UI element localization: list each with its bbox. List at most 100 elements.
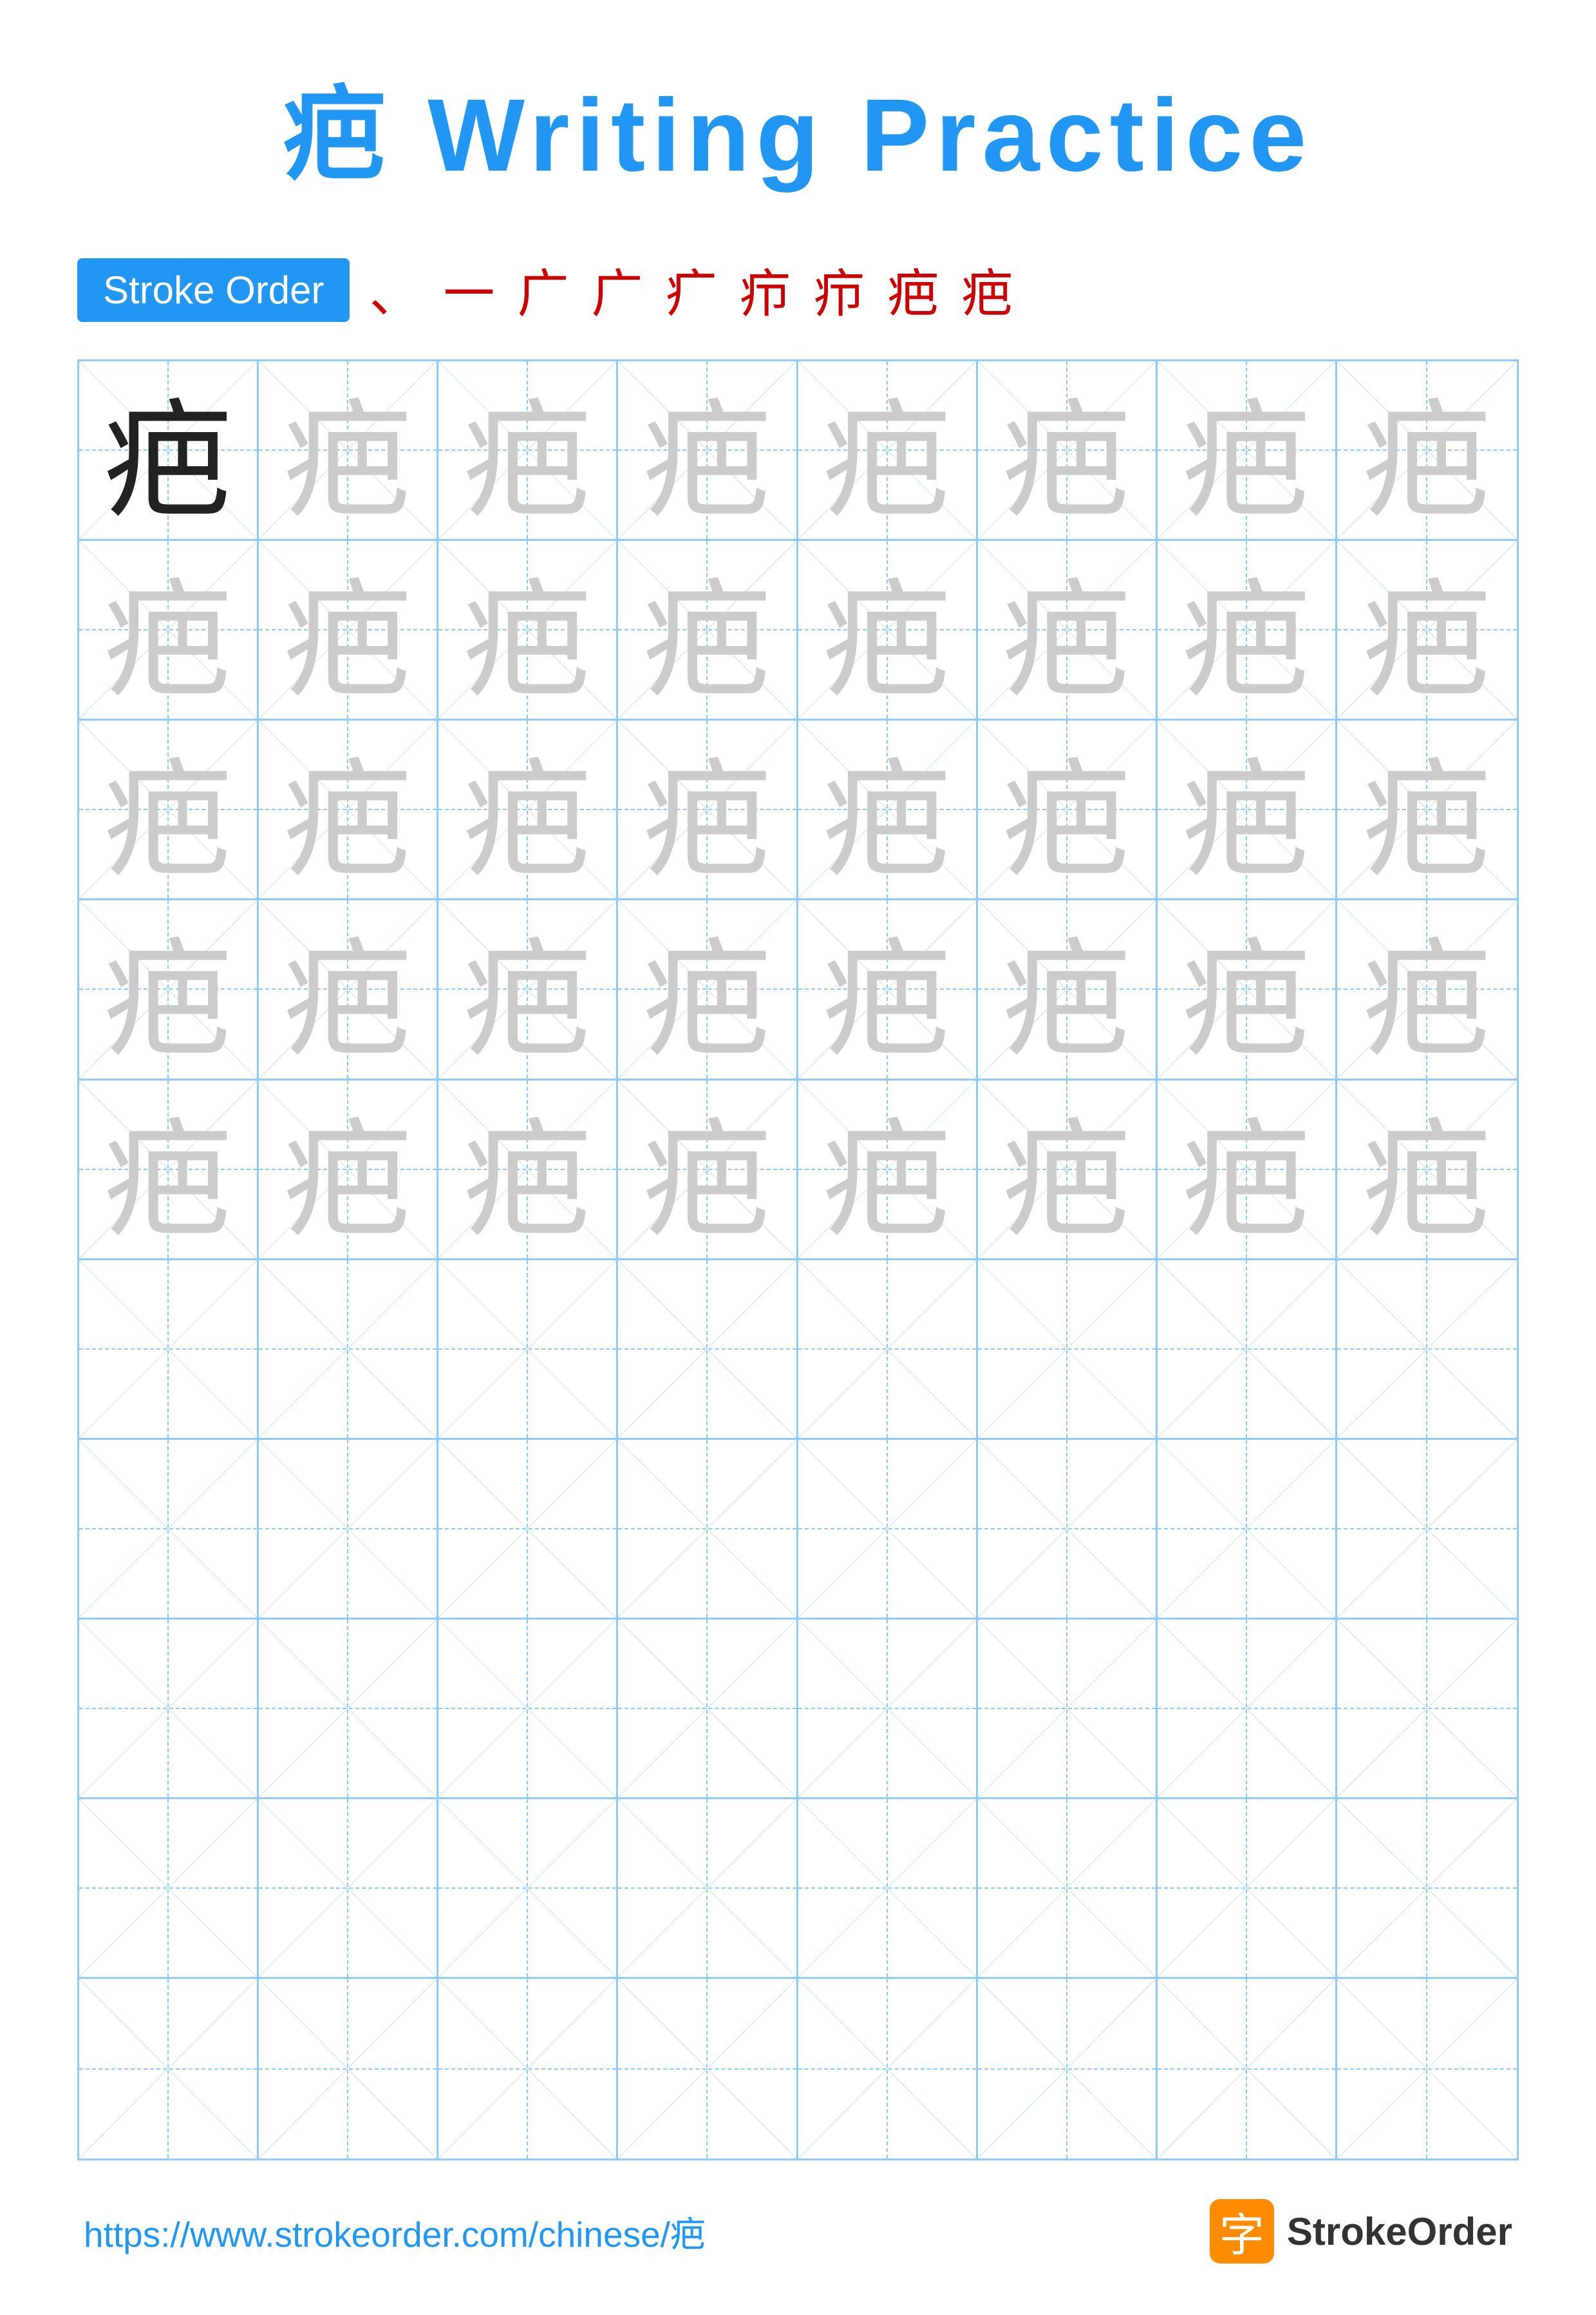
- grid-cell[interactable]: 疤: [438, 721, 618, 900]
- grid-cell-empty[interactable]: [978, 1260, 1158, 1440]
- char-light: 疤: [823, 1081, 952, 1260]
- grid-cell-empty[interactable]: [79, 1799, 259, 1979]
- char-light: 疤: [1002, 721, 1131, 900]
- grid-cell-empty[interactable]: [618, 1620, 798, 1799]
- grid-cell-empty[interactable]: [1337, 1440, 1517, 1620]
- grid-cell[interactable]: 疤: [618, 541, 798, 721]
- grid-cell-empty[interactable]: [978, 1440, 1158, 1620]
- grid-cell-empty[interactable]: [1337, 1260, 1517, 1440]
- grid-cell-empty[interactable]: [618, 1260, 798, 1440]
- grid-cell[interactable]: 疤: [438, 1081, 618, 1260]
- grid-cell[interactable]: 疤: [978, 541, 1158, 721]
- char-light: 疤: [104, 1081, 232, 1260]
- grid-cell-empty[interactable]: [618, 1979, 798, 2159]
- char-dark: 疤: [104, 361, 232, 541]
- grid-cell[interactable]: 疤: [798, 361, 978, 541]
- grid-cell[interactable]: 疤: [1158, 900, 1337, 1080]
- char-light: 疤: [643, 721, 771, 900]
- grid-cell-empty[interactable]: [438, 1620, 618, 1799]
- grid-cell-empty[interactable]: [798, 1799, 978, 1979]
- grid-cell[interactable]: 疤: [259, 361, 438, 541]
- grid-cell[interactable]: 疤: [79, 361, 259, 541]
- grid-cell[interactable]: 疤: [978, 1081, 1158, 1260]
- grid-cell[interactable]: 疤: [259, 1081, 438, 1260]
- stroke-8: 疤: [887, 252, 952, 327]
- grid-cell[interactable]: 疤: [978, 361, 1158, 541]
- stroke-3: 广: [517, 252, 581, 327]
- grid-cell[interactable]: 疤: [618, 1081, 798, 1260]
- grid-cell[interactable]: 疤: [978, 721, 1158, 900]
- grid-cell-empty[interactable]: [259, 1260, 438, 1440]
- grid-cell[interactable]: 疤: [79, 900, 259, 1080]
- grid-cell[interactable]: 疤: [798, 900, 978, 1080]
- grid-cell-empty[interactable]: [1158, 1440, 1337, 1620]
- grid-cell-empty[interactable]: [79, 1620, 259, 1799]
- grid-cell[interactable]: 疤: [1337, 721, 1517, 900]
- grid-cell-empty[interactable]: [438, 1260, 618, 1440]
- grid-cell-empty[interactable]: [438, 1979, 618, 2159]
- grid-cell[interactable]: 疤: [1337, 541, 1517, 721]
- grid-cell-empty[interactable]: [1337, 1799, 1517, 1979]
- grid-cell-empty[interactable]: [438, 1440, 618, 1620]
- grid-cell-empty[interactable]: [438, 1799, 618, 1979]
- page-title: 疤 Writing Practice: [283, 52, 1313, 201]
- grid-cell[interactable]: 疤: [259, 541, 438, 721]
- footer-url[interactable]: https://www.strokeorder.com/chinese/疤: [84, 2206, 706, 2257]
- grid-cell-empty[interactable]: [1158, 1979, 1337, 2159]
- grid-cell[interactable]: 疤: [438, 900, 618, 1080]
- char-light: 疤: [463, 721, 592, 900]
- page: 疤 Writing Practice Stroke Order 、 一 广 广 …: [0, 0, 1596, 2315]
- grid-cell[interactable]: 疤: [438, 361, 618, 541]
- grid-cell[interactable]: 疤: [618, 361, 798, 541]
- grid-cell[interactable]: 疤: [1158, 1081, 1337, 1260]
- grid-cell[interactable]: 疤: [79, 1081, 259, 1260]
- grid-cell[interactable]: 疤: [1158, 361, 1337, 541]
- writing-grid[interactable]: 疤 疤 疤 疤 疤 疤 疤: [77, 359, 1519, 2160]
- grid-cell-empty[interactable]: [798, 1620, 978, 1799]
- brand-name: StrokeOrder: [1287, 2209, 1512, 2254]
- grid-cell-empty[interactable]: [798, 1440, 978, 1620]
- grid-cell[interactable]: 疤: [79, 541, 259, 721]
- grid-cell[interactable]: 疤: [79, 721, 259, 900]
- grid-cell[interactable]: 疤: [1337, 1081, 1517, 1260]
- grid-cell-empty[interactable]: [798, 1979, 978, 2159]
- grid-cell[interactable]: 疤: [1158, 721, 1337, 900]
- grid-cell-empty[interactable]: [259, 1979, 438, 2159]
- grid-cell-empty[interactable]: [259, 1799, 438, 1979]
- grid-cell-empty[interactable]: [978, 1620, 1158, 1799]
- char-light: 疤: [1002, 541, 1131, 721]
- title-char: 疤 Writing Practice: [283, 77, 1313, 193]
- char-light: 疤: [463, 541, 592, 721]
- grid-cell-empty[interactable]: [1337, 1620, 1517, 1799]
- grid-cell[interactable]: 疤: [618, 721, 798, 900]
- char-light: 疤: [1362, 541, 1491, 721]
- grid-cell[interactable]: 疤: [1337, 361, 1517, 541]
- grid-row-2: 疤 疤 疤 疤 疤 疤 疤 疤: [79, 541, 1517, 721]
- grid-cell[interactable]: 疤: [798, 541, 978, 721]
- grid-cell[interactable]: 疤: [259, 721, 438, 900]
- grid-cell[interactable]: 疤: [1337, 900, 1517, 1080]
- grid-cell-empty[interactable]: [1158, 1620, 1337, 1799]
- grid-cell[interactable]: 疤: [618, 900, 798, 1080]
- grid-cell[interactable]: 疤: [798, 1081, 978, 1260]
- grid-cell-empty[interactable]: [978, 1979, 1158, 2159]
- grid-cell-empty[interactable]: [798, 1260, 978, 1440]
- grid-cell-empty[interactable]: [259, 1440, 438, 1620]
- grid-cell[interactable]: 疤: [798, 721, 978, 900]
- grid-cell[interactable]: 疤: [259, 900, 438, 1080]
- grid-cell-empty[interactable]: [1158, 1260, 1337, 1440]
- grid-cell[interactable]: 疤: [1158, 541, 1337, 721]
- grid-cell-empty[interactable]: [79, 1440, 259, 1620]
- grid-cell-empty[interactable]: [618, 1440, 798, 1620]
- grid-cell[interactable]: 疤: [978, 900, 1158, 1080]
- grid-cell[interactable]: 疤: [438, 541, 618, 721]
- char-light: 疤: [1002, 900, 1131, 1080]
- stroke-order-row: Stroke Order 、 一 广 广 疒 疖 疖 疤 疤: [77, 252, 1519, 327]
- grid-cell-empty[interactable]: [978, 1799, 1158, 1979]
- grid-cell-empty[interactable]: [79, 1260, 259, 1440]
- grid-cell-empty[interactable]: [1337, 1979, 1517, 2159]
- grid-cell-empty[interactable]: [79, 1979, 259, 2159]
- grid-cell-empty[interactable]: [259, 1620, 438, 1799]
- grid-cell-empty[interactable]: [1158, 1799, 1337, 1979]
- grid-cell-empty[interactable]: [618, 1799, 798, 1979]
